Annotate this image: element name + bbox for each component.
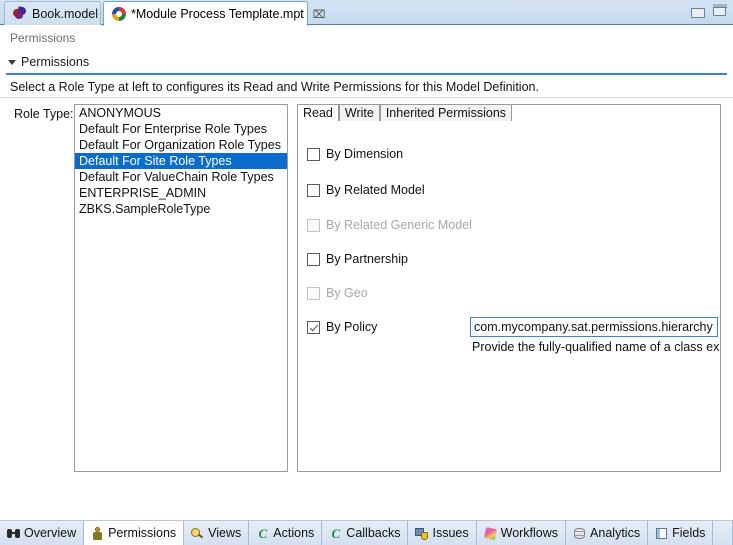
intro-text: Select a Role Type at left to configures…: [10, 80, 539, 94]
close-icon[interactable]: ⌧: [313, 8, 326, 21]
bottom-tab-bar-filler: [713, 521, 733, 545]
bottom-tab-callbacks[interactable]: C Callbacks: [322, 521, 409, 545]
checkbox-by-related-model[interactable]: [307, 183, 320, 197]
checkbox-row-by-partnership[interactable]: By Partnership: [307, 252, 408, 266]
tab-read[interactable]: Read: [297, 104, 339, 122]
editor-tab-book-model[interactable]: Book.model: [4, 1, 101, 25]
bottom-tab-label: Fields: [672, 526, 706, 540]
bottom-tab-label: Analytics: [590, 526, 641, 540]
bottom-tab-label: Overview: [24, 526, 77, 540]
list-item[interactable]: ZBKS.SampleRoleType: [75, 201, 287, 217]
tab-write[interactable]: Write: [338, 104, 380, 122]
checkbox-row-by-related-model[interactable]: By Related Model: [307, 183, 425, 197]
maximize-button[interactable]: [713, 4, 727, 18]
checkbox-by-policy[interactable]: [307, 320, 320, 334]
bottom-tab-issues[interactable]: Issues: [408, 521, 477, 545]
callbacks-c-icon: C: [331, 525, 341, 541]
permission-tab-strip: Read Write Inherited Permissions: [297, 104, 721, 122]
read-permissions-body: By Dimension By Related Model By Related…: [297, 121, 721, 472]
checkbox-label: By Dimension: [326, 147, 404, 161]
list-item[interactable]: Default For Enterprise Role Types: [75, 121, 287, 137]
list-item[interactable]: Default For Organization Role Types: [75, 137, 287, 153]
issues-icon: [415, 527, 429, 540]
list-item[interactable]: ENTERPRISE_ADMIN: [75, 185, 287, 201]
checkbox-by-geo: [307, 286, 320, 300]
list-item-selected[interactable]: Default For Site Role Types: [75, 153, 287, 169]
policy-hint-text: Provide the fully-qualified name of a cl…: [472, 340, 719, 354]
role-type-list[interactable]: ANONYMOUS Default For Enterprise Role Ty…: [74, 104, 288, 472]
checkbox-label: By Geo: [326, 286, 368, 300]
checkbox-by-partnership[interactable]: [307, 252, 320, 266]
role-type-label: Role Type:: [14, 107, 74, 121]
workflows-icon: [484, 527, 497, 540]
views-magnifier-icon: [191, 527, 204, 540]
chevron-down-icon[interactable]: [8, 59, 16, 65]
bottom-tab-label: Actions: [273, 526, 315, 540]
editor-tab-module-process-template[interactable]: *Module Process Template.mpt ⌧: [103, 1, 325, 26]
mpt-file-icon: [112, 7, 126, 21]
editor-tab-label: *Module Process Template.mpt: [131, 7, 304, 21]
analytics-icon: [573, 527, 586, 540]
bottom-tab-label: Workflows: [500, 526, 559, 540]
list-item[interactable]: Default For ValueChain Role Types: [75, 169, 287, 185]
permissions-panel: Read Write Inherited Permissions By Dime…: [297, 104, 721, 472]
checkbox-row-by-geo: By Geo: [307, 286, 368, 300]
section-header-label: Permissions: [21, 55, 90, 69]
checkbox-by-related-generic-model: [307, 218, 320, 232]
tab-strip-filler: [512, 104, 721, 122]
checkbox-label: By Related Generic Model: [326, 218, 472, 232]
checkbox-row-by-dimension[interactable]: By Dimension: [307, 147, 403, 161]
checkbox-row-by-policy[interactable]: By Policy: [307, 320, 377, 334]
bottom-tab-permissions[interactable]: Permissions: [84, 521, 185, 545]
bottom-tab-label: Permissions: [108, 526, 177, 540]
policy-class-input[interactable]: [470, 317, 718, 337]
header-separator: [6, 73, 727, 75]
bottom-tab-analytics[interactable]: Analytics: [566, 521, 649, 545]
editor-tab-label: Book.model: [32, 6, 99, 21]
bottom-tab-fields[interactable]: Fields: [648, 521, 714, 545]
checkbox-label: By Policy: [326, 320, 378, 334]
intro-separator: [0, 97, 733, 98]
bottom-tab-views[interactable]: Views: [184, 521, 250, 545]
minimize-button[interactable]: [691, 4, 705, 18]
checkbox-label: By Related Model: [326, 183, 425, 197]
tab-inherited-permissions[interactable]: Inherited Permissions: [379, 104, 513, 122]
checkbox-by-dimension[interactable]: [307, 147, 320, 161]
window-controls: [691, 4, 727, 18]
bottom-tab-label: Callbacks: [346, 526, 401, 540]
bottom-tab-workflows[interactable]: Workflows: [476, 521, 567, 545]
actions-c-icon: C: [258, 525, 268, 541]
editor-tab-bar: Book.model *Module Process Template.mpt …: [0, 0, 733, 26]
breadcrumb: Permissions: [10, 31, 76, 45]
permissions-lock-icon: [91, 526, 104, 540]
bottom-tab-actions[interactable]: C Actions: [249, 521, 323, 545]
bottom-tab-bar: Overview Permissions Views C Actions C C…: [0, 521, 733, 545]
fields-icon: [655, 527, 668, 540]
bottom-tab-label: Issues: [432, 526, 469, 540]
overview-icon: [7, 527, 20, 540]
bottom-tab-label: Views: [208, 526, 242, 540]
list-item[interactable]: ANONYMOUS: [75, 105, 287, 121]
checkbox-label: By Partnership: [326, 252, 408, 266]
bottom-tab-overview[interactable]: Overview: [0, 521, 85, 545]
section-header[interactable]: Permissions: [8, 55, 89, 69]
model-file-icon: [12, 6, 27, 20]
checkbox-row-by-related-generic-model: By Related Generic Model: [307, 218, 472, 232]
